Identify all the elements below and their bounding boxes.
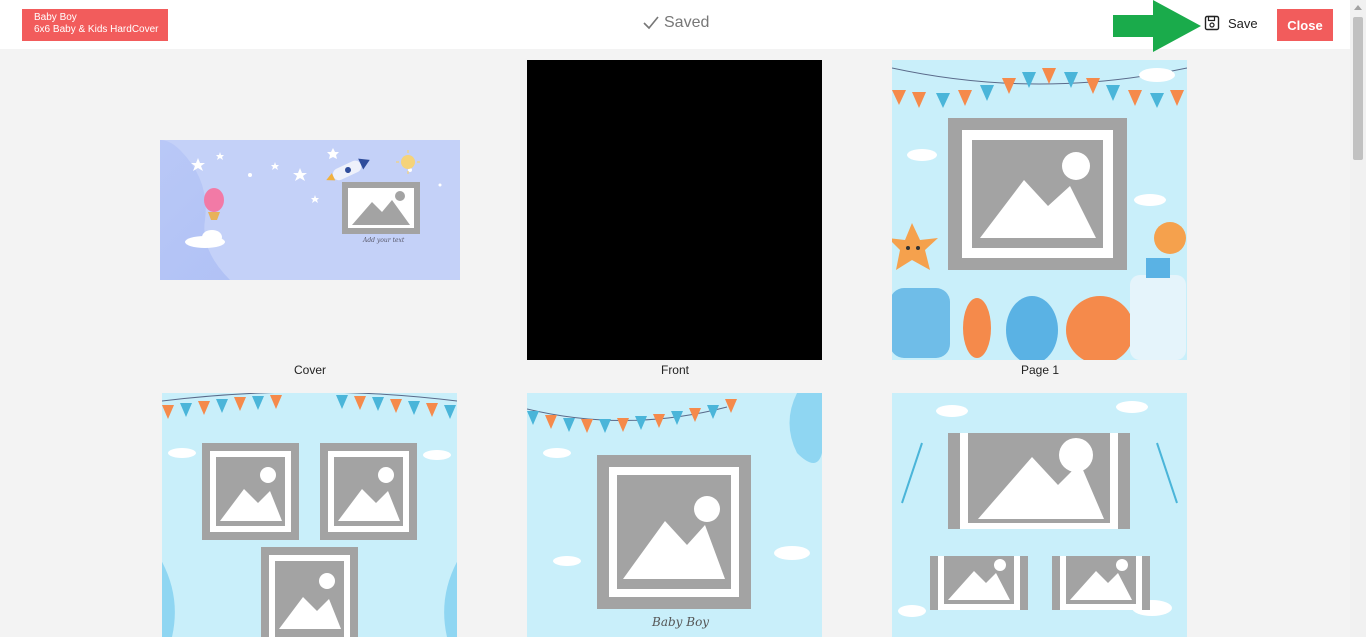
page-1-thumbnail[interactable]	[892, 60, 1187, 360]
cover-caption: Add your text	[363, 237, 405, 244]
front-label: Front	[660, 363, 689, 377]
page-4-artwork	[898, 401, 1178, 617]
front-thumbnail[interactable]	[527, 60, 822, 360]
page-4-thumbnail[interactable]	[892, 393, 1187, 637]
cover-thumbnail[interactable]: Add your text	[160, 140, 460, 280]
save-button[interactable]: Save	[1198, 10, 1264, 36]
green-arrow-icon	[1113, 0, 1201, 52]
saved-status: Saved	[643, 14, 709, 32]
cover-artwork	[160, 140, 460, 280]
project-name: Baby Boy	[34, 12, 77, 23]
page-3-thumbnail[interactable]: Baby Boy	[527, 393, 822, 637]
project-badge[interactable]: Baby Boy 6x6 Baby & Kids HardCover	[22, 9, 168, 41]
saved-label: Saved	[664, 14, 710, 31]
scroll-thumb[interactable]	[1353, 17, 1363, 160]
page-1-label: Page 1	[1020, 363, 1060, 377]
save-label: Save	[1228, 15, 1258, 31]
page-2-artwork	[162, 393, 457, 637]
page-2-thumbnail[interactable]	[162, 393, 457, 637]
scroll-up-icon[interactable]	[1354, 5, 1362, 10]
close-button[interactable]: Close	[1277, 9, 1333, 41]
vertical-scrollbar[interactable]	[1350, 0, 1366, 637]
check-icon	[643, 16, 659, 30]
top-bar: Baby Boy 6x6 Baby & Kids HardCover Saved…	[0, 0, 1350, 52]
project-product: 6x6 Baby & Kids HardCover	[34, 24, 159, 35]
page-3-caption: Baby Boy	[652, 615, 710, 629]
page-1-artwork	[892, 67, 1187, 360]
page-3-artwork	[527, 393, 822, 609]
save-icon	[1204, 15, 1220, 31]
cover-label: Cover	[293, 363, 326, 377]
